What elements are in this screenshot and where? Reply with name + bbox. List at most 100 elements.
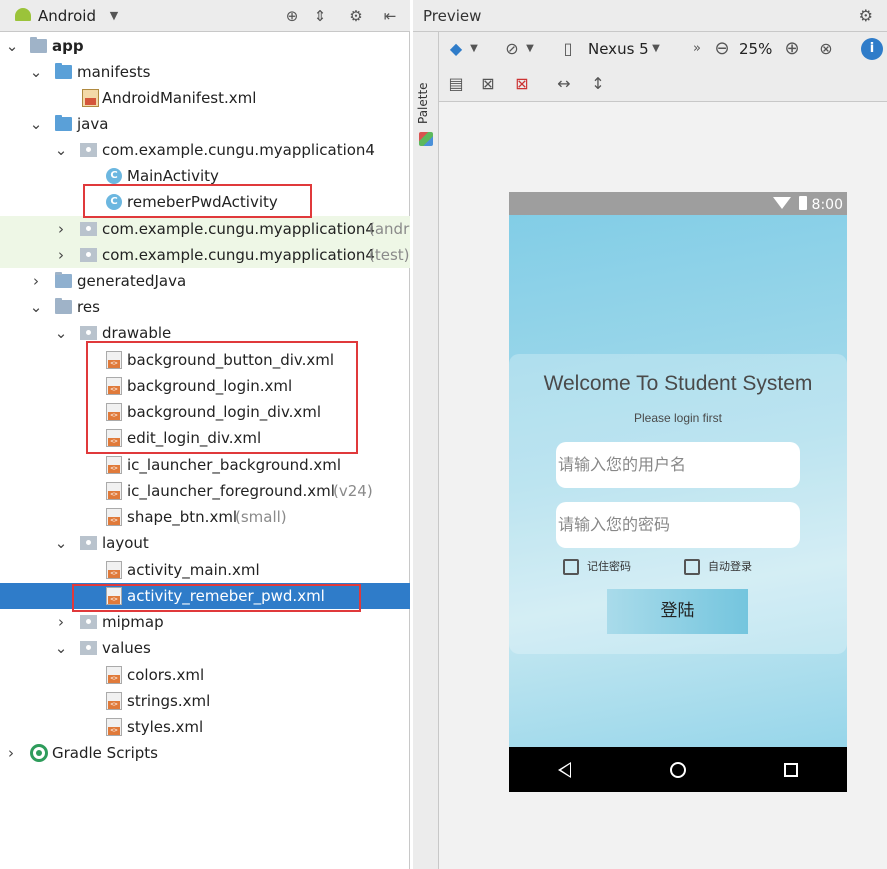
home-icon[interactable] — [670, 762, 686, 778]
chevron-down-icon[interactable]: ⌄ — [53, 137, 69, 163]
welcome-title: Welcome To Student System — [543, 372, 813, 395]
gear-icon[interactable]: ⚙ — [346, 6, 366, 26]
xml-file-icon — [106, 351, 122, 369]
tree-item-xml-file[interactable]: shape_btn.xml (small) — [0, 504, 410, 530]
chevron-down-icon[interactable]: ▼ — [523, 38, 537, 60]
tree-item-main-activity[interactable]: C MainActivity — [0, 163, 410, 189]
chevron-right-icon[interactable]: › — [53, 216, 69, 242]
generated-folder-icon — [55, 272, 72, 288]
folder-icon — [80, 615, 97, 629]
nav-bar — [509, 747, 847, 792]
tree-item-label: mipmap — [102, 613, 164, 631]
layers-icon[interactable]: ◆ — [445, 38, 467, 60]
zoom-out-icon[interactable]: ⊖ — [711, 38, 733, 60]
recent-apps-icon[interactable] — [784, 763, 798, 777]
rotate-icon[interactable]: ⊘ — [501, 38, 523, 60]
tree-item-values[interactable]: ⌄ values — [0, 635, 410, 661]
clear-constraints-icon[interactable]: ⊠ — [511, 73, 533, 95]
remember-password-checkbox[interactable] — [563, 559, 579, 575]
tree-item-xml-file[interactable]: styles.xml — [0, 714, 410, 740]
chevron-right-icon[interactable]: › — [53, 242, 69, 268]
device-selector[interactable]: Nexus 5 — [588, 32, 649, 66]
tree-item-generated-java[interactable]: › generatedJava — [0, 268, 410, 294]
info-icon[interactable]: i — [861, 38, 883, 60]
tree-item-label: colors.xml — [127, 666, 205, 684]
auto-login-checkbox[interactable] — [684, 559, 700, 575]
chevron-down-icon[interactable]: ⌄ — [53, 320, 69, 346]
tree-item-drawable[interactable]: ⌄ drawable — [0, 320, 410, 346]
back-icon[interactable] — [558, 762, 571, 778]
username-input[interactable]: 请输入您的用户名 — [556, 442, 800, 488]
tree-item-suffix: (andr — [369, 220, 410, 238]
tree-item-suffix: (v24) — [333, 482, 373, 500]
tree-item-xml-file[interactable]: edit_login_div.xml — [0, 425, 410, 451]
show-constraints-icon[interactable]: ⊠ — [477, 73, 499, 95]
tree-item-java[interactable]: ⌄ java — [0, 111, 410, 137]
tree-item-manifests[interactable]: ⌄ manifests — [0, 59, 410, 85]
chevron-down-icon[interactable]: ⌄ — [53, 635, 69, 661]
collapse-all-icon[interactable]: ⇕ — [310, 6, 330, 26]
chevron-right-icon[interactable]: › — [53, 609, 69, 635]
tree-item-gradle-scripts[interactable]: › Gradle Scripts — [0, 740, 410, 766]
tree-item-app[interactable]: ⌄ app — [0, 33, 410, 59]
layout-icon[interactable]: ▤ — [445, 73, 467, 95]
tree-item-xml-file[interactable]: strings.xml — [0, 688, 410, 714]
tree-item-xml-file[interactable]: colors.xml — [0, 662, 410, 688]
palette-icon[interactable] — [419, 132, 433, 146]
tree-item-xml-file[interactable]: ic_launcher_foreground.xml (v24) — [0, 478, 410, 504]
tree-item-xml-file[interactable]: background_login.xml — [0, 373, 410, 399]
zoom-level: 25% — [739, 40, 773, 58]
zoom-to-fit-icon[interactable]: ⊗ — [815, 38, 837, 60]
tree-item-label: background_login_div.xml — [127, 403, 322, 421]
tree-item-xml-file[interactable]: activity_main.xml — [0, 557, 410, 583]
project-pane: Android ▼ ⊕ ⇕ ⚙ ⇤ ⌄ app ⌄ manifests Andr… — [0, 0, 410, 869]
chevron-down-icon[interactable]: ⌄ — [28, 59, 44, 85]
tree-item-package-android-test[interactable]: › com.example.cungu.myapplication4 (andr — [0, 216, 410, 242]
chevron-down-icon[interactable]: ⌄ — [4, 33, 20, 59]
tree-item-xml-file[interactable]: background_login_div.xml — [0, 399, 410, 425]
locate-icon[interactable]: ⊕ — [282, 6, 302, 26]
tree-item-xml-file[interactable]: ic_launcher_background.xml — [0, 452, 410, 478]
chevron-down-icon[interactable]: ▼ — [104, 6, 124, 26]
battery-icon — [799, 196, 807, 210]
tree-item-xml-file[interactable]: background_button_div.xml — [0, 347, 410, 373]
tree-item-package-test[interactable]: › com.example.cungu.myapplication4 (test… — [0, 242, 410, 268]
tree-item-label: activity_remeber_pwd.xml — [127, 587, 325, 605]
tree-item-remeber-pwd-activity[interactable]: C remeberPwdActivity — [0, 189, 410, 215]
tree-item-label: Gradle Scripts — [52, 744, 158, 762]
view-selector[interactable]: Android — [38, 0, 96, 32]
chevron-down-icon[interactable]: ▼ — [467, 38, 481, 60]
chevron-down-icon[interactable]: ⌄ — [28, 294, 44, 320]
tree-item-package[interactable]: ⌄ com.example.cungu.myapplication4 — [0, 137, 410, 163]
gear-icon[interactable]: ⚙ — [859, 0, 873, 32]
xml-file-icon — [106, 456, 122, 474]
vertical-resize-icon[interactable]: ↕ — [587, 73, 609, 95]
chevron-down-icon[interactable]: ⌄ — [28, 111, 44, 137]
tree-item-label: AndroidManifest.xml — [102, 89, 257, 107]
class-icon: C — [106, 194, 122, 210]
tree-item-label: drawable — [102, 324, 172, 342]
chevron-down-icon[interactable]: ⌄ — [53, 530, 69, 556]
hide-panel-icon[interactable]: ⇤ — [380, 6, 400, 26]
auto-login-label: 自动登录 — [708, 560, 752, 573]
tree-item-android-manifest[interactable]: AndroidManifest.xml — [0, 85, 410, 111]
class-icon: C — [106, 168, 122, 184]
tree-item-selected[interactable]: activity_remeber_pwd.xml — [0, 583, 410, 609]
tree-item-suffix: (small) — [235, 508, 287, 526]
login-button[interactable]: 登陆 — [607, 589, 748, 634]
tree-item-layout[interactable]: ⌄ layout — [0, 530, 410, 556]
tree-item-label: shape_btn.xml — [127, 508, 238, 526]
tree-item-mipmap[interactable]: › mipmap — [0, 609, 410, 635]
horizontal-resize-icon[interactable]: ↔ — [553, 73, 575, 95]
chevron-down-icon[interactable]: ▼ — [649, 38, 663, 60]
chevron-right-icon[interactable]: › — [3, 740, 19, 766]
xml-file-icon — [106, 718, 122, 736]
chevron-right-icon[interactable]: › — [28, 268, 44, 294]
zoom-in-icon[interactable]: ⊕ — [781, 38, 803, 60]
login-subtitle: Please login first — [633, 411, 723, 425]
more-icon[interactable]: » — [689, 38, 705, 60]
tree-item-label: MainActivity — [127, 167, 219, 185]
tree-item-res[interactable]: ⌄ res — [0, 294, 410, 320]
password-input[interactable]: 请输入您的密码 — [556, 502, 800, 548]
palette-strip[interactable]: Palette — [413, 32, 439, 869]
